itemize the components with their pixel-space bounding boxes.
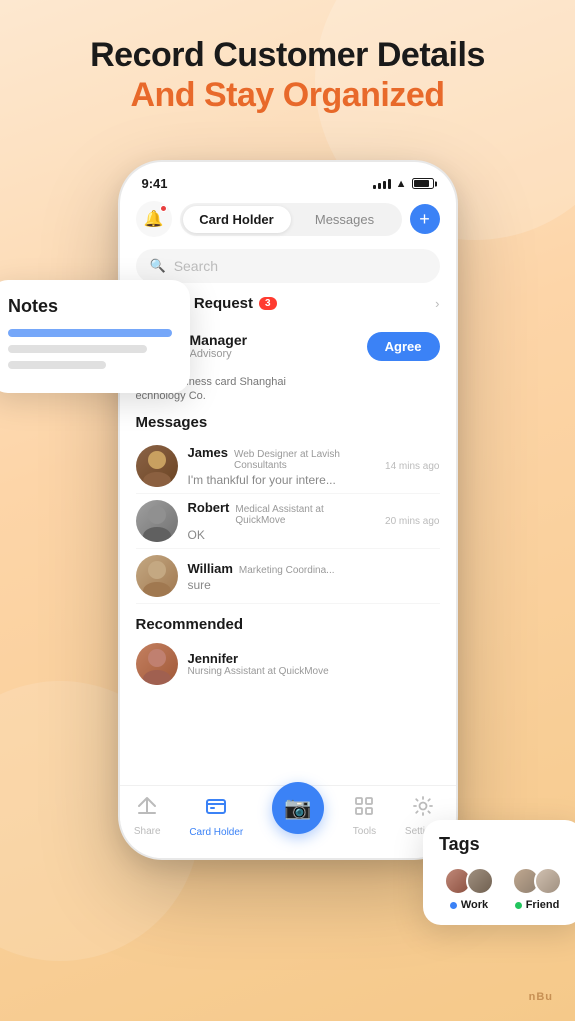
nav-share-label: Share: [134, 826, 161, 837]
settings-icon: [412, 795, 434, 823]
tag-label-work: Work: [450, 899, 488, 911]
message-item-william[interactable]: William Marketing Coordina... sure: [136, 549, 440, 604]
notes-line-3: [8, 361, 106, 369]
header-section: Record Customer Details And Stay Organiz…: [0, 36, 575, 116]
tags-grid: Work Friend: [439, 867, 567, 911]
friends-arrow-icon: ›: [435, 296, 439, 311]
search-icon: 🔍: [150, 258, 166, 274]
rec-info-jennifer: Jennifer Nursing Assistant at QuickMove: [188, 651, 329, 677]
card-holder-icon: [204, 794, 228, 824]
tag-avatars-work: [444, 867, 494, 895]
notes-title: Notes: [8, 296, 172, 317]
tags-card: Tags Work Friend: [423, 820, 575, 925]
nav-camera[interactable]: 📷: [272, 798, 324, 834]
rec-role-jennifer: Nursing Assistant at QuickMove: [188, 666, 329, 677]
msg-time-james: 14 mins ago: [385, 461, 439, 472]
top-nav: 🔔 Card Holder Messages +: [120, 197, 456, 245]
nav-tools[interactable]: Tools: [353, 795, 376, 837]
notes-line-2: [8, 345, 147, 353]
logo-watermark: nBu: [529, 991, 553, 1003]
recommended-section: Recommended Jennifer Nursing Assistant a…: [120, 608, 456, 693]
tag-group-friend: Friend: [507, 867, 567, 911]
avatar-jennifer: [136, 643, 178, 685]
msg-name-william: William: [188, 561, 233, 576]
msg-text-james: I'm thankful for your intere...: [188, 473, 348, 487]
msg-content-james: James Web Designer at Lavish Consultants…: [188, 445, 376, 487]
phone-mockup: 9:41 ▲ 🔔 Card Holder: [108, 160, 468, 900]
rec-item-jennifer[interactable]: Jennifer Nursing Assistant at QuickMove: [136, 639, 440, 689]
notification-button[interactable]: 🔔: [136, 201, 172, 237]
friend-info: Manager Advisory: [190, 332, 248, 360]
friend-sub: Advisory: [190, 348, 248, 360]
friend-name: Manager: [190, 332, 248, 348]
tools-icon: [353, 795, 375, 823]
tag-avatars-friend: [512, 867, 562, 895]
recommended-title: Recommended: [136, 616, 440, 633]
header-line2: And Stay Organized: [32, 75, 543, 116]
tags-title: Tags: [439, 834, 567, 855]
agree-button[interactable]: Agree: [367, 332, 440, 361]
nav-share[interactable]: Share: [134, 795, 161, 837]
tag-label-friend: Friend: [515, 899, 560, 911]
share-icon: [136, 795, 158, 823]
tab-messages[interactable]: Messages: [291, 206, 399, 233]
tag-avatar-work-2: [466, 867, 494, 895]
notification-dot: [160, 205, 167, 212]
notes-card: Notes: [0, 280, 190, 393]
message-item-james[interactable]: James Web Designer at Lavish Consultants…: [136, 439, 440, 494]
msg-text-william: sure: [188, 578, 348, 592]
tag-avatar-friend-2: [534, 867, 562, 895]
msg-name-james: James: [188, 445, 228, 460]
camera-icon: 📷: [284, 795, 311, 821]
msg-header-robert: Robert Medical Assistant at QuickMove: [188, 500, 376, 526]
tab-group: Card Holder Messages: [180, 203, 402, 236]
message-item-robert[interactable]: Robert Medical Assistant at QuickMove OK…: [136, 494, 440, 549]
bell-icon: 🔔: [144, 209, 164, 229]
msg-header-william: William Marketing Coordina...: [188, 561, 430, 576]
messages-title: Messages: [136, 414, 440, 431]
msg-role-william: Marketing Coordina...: [239, 565, 335, 576]
tag-dot-work: [450, 902, 457, 909]
tab-card-holder[interactable]: Card Holder: [183, 206, 291, 233]
messages-section: Messages James Web Designer at Lavish Co…: [120, 404, 456, 608]
notes-line-1: [8, 329, 172, 337]
tag-text-work: Work: [461, 899, 488, 911]
tag-dot-friend: [515, 902, 522, 909]
bottom-nav: Share Card Holder 📷: [120, 785, 456, 858]
add-button[interactable]: +: [410, 204, 440, 234]
signal-icon: [373, 179, 391, 189]
search-placeholder: Search: [174, 258, 218, 274]
battery-icon: [412, 178, 434, 189]
nav-card-holder[interactable]: Card Holder: [189, 794, 243, 838]
msg-content-robert: Robert Medical Assistant at QuickMove OK: [188, 500, 376, 542]
msg-header-james: James Web Designer at Lavish Consultants: [188, 445, 376, 471]
msg-content-william: William Marketing Coordina... sure: [188, 561, 430, 592]
nav-tools-label: Tools: [353, 826, 376, 837]
msg-time-robert: 20 mins ago: [385, 516, 439, 527]
nav-card-holder-label: Card Holder: [189, 827, 243, 838]
status-right: ▲: [373, 178, 434, 190]
msg-name-robert: Robert: [188, 500, 230, 515]
phone-screen: 9:41 ▲ 🔔 Card Holder: [118, 160, 458, 860]
plus-icon: +: [419, 209, 430, 230]
msg-role-robert: Medical Assistant at QuickMove: [235, 504, 375, 526]
msg-text-robert: OK: [188, 528, 348, 542]
tag-group-work: Work: [439, 867, 499, 911]
header-line1: Record Customer Details: [32, 36, 543, 75]
friends-badge: 3: [259, 297, 277, 310]
camera-button[interactable]: 📷: [272, 782, 324, 834]
status-bar: 9:41 ▲: [120, 162, 456, 197]
status-time: 9:41: [142, 176, 168, 191]
avatar-william: [136, 555, 178, 597]
rec-name-jennifer: Jennifer: [188, 651, 329, 666]
msg-role-james: Web Designer at Lavish Consultants: [234, 449, 375, 471]
search-bar[interactable]: 🔍 Search: [136, 249, 440, 283]
tag-text-friend: Friend: [526, 899, 560, 911]
avatar-james: [136, 445, 178, 487]
avatar-robert: [136, 500, 178, 542]
wifi-icon: ▲: [396, 178, 407, 190]
